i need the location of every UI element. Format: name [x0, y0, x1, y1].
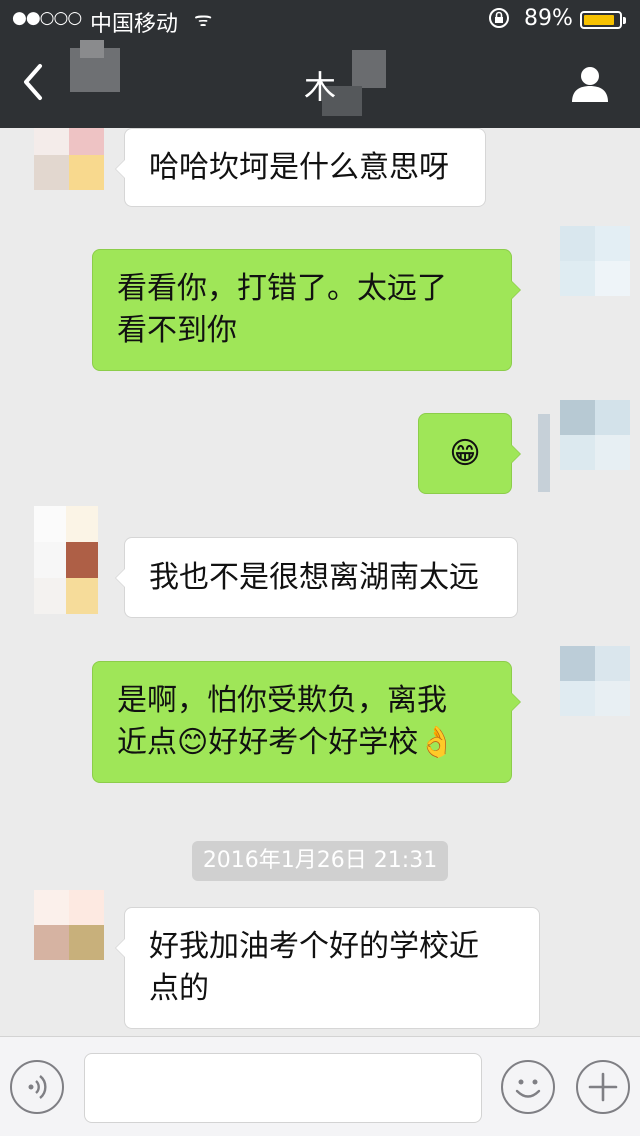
battery-icon	[580, 11, 626, 29]
message-bubble-outgoing[interactable]: 😁	[418, 413, 521, 494]
person-icon[interactable]	[566, 64, 614, 104]
battery-level-fill	[584, 15, 615, 25]
emoji-icon	[515, 1079, 541, 1098]
contact-avatar[interactable]	[34, 890, 104, 970]
message-bubble-outgoing[interactable]: 是啊，怕你受欺负，离我 近点😊好好考个好学校👌	[92, 661, 521, 783]
blurred-region	[80, 40, 104, 58]
wifi-icon: ᯤ	[194, 7, 213, 31]
contact-avatar[interactable]	[34, 506, 98, 616]
voice-icon	[28, 1075, 47, 1099]
smiling-emoji-icon: 😊	[177, 725, 209, 760]
carrier-name: 中国移动	[90, 12, 179, 37]
message-text: 哈哈坎坷是什么意思呀	[149, 149, 449, 185]
my-avatar[interactable]	[560, 646, 630, 726]
chat-input-bar	[0, 1036, 640, 1136]
chevron-left-icon[interactable]	[16, 60, 56, 104]
message-bubble-outgoing[interactable]: 看看你，打错了。太远了 看不到你	[92, 249, 521, 371]
chat-header: 木	[0, 40, 640, 128]
emoji-button[interactable]	[501, 1060, 555, 1114]
message-input[interactable]	[84, 1053, 482, 1123]
message-text: 看看你，打错了。太远了 看不到你	[117, 271, 447, 348]
message-text: 近点	[117, 725, 177, 760]
plus-icon	[588, 1072, 618, 1102]
battery-percent: 89%	[524, 6, 573, 31]
signal-strength: ●●○○○	[12, 8, 82, 28]
chat-message-list[interactable]: 哈哈坎坷是什么意思呀 看看你，打错了。太远了 看不到你 😁 我也不是很想离湖南太…	[0, 128, 640, 1036]
message-text: 是啊，怕你受欺负，离我	[117, 683, 447, 718]
status-bar: ●●○○○ 中国移动 ᯤ 89%	[0, 0, 640, 40]
message-text: 好好考个好学校	[208, 725, 419, 760]
message-bubble-incoming[interactable]: 我也不是很想离湖南太远	[115, 537, 518, 618]
message-text: 我也不是很想离湖南太远	[149, 559, 479, 595]
chat-title: 木	[303, 68, 336, 106]
message-bubble-incoming[interactable]: 哈哈坎坷是什么意思呀	[115, 128, 486, 207]
my-avatar[interactable]	[560, 400, 630, 480]
message-text: 好我加油考个好的学校近 点的	[149, 929, 479, 1006]
message-bubble-incoming[interactable]: 好我加油考个好的学校近 点的	[115, 907, 540, 1029]
blurred-region	[538, 414, 550, 492]
message-text-block: 是啊，怕你受欺负，离我 近点😊好好考个好学校👌	[117, 680, 456, 764]
voice-button[interactable]	[10, 1060, 64, 1114]
ok-hand-emoji-icon: 👌	[418, 725, 456, 760]
more-button[interactable]	[576, 1060, 630, 1114]
my-avatar[interactable]	[560, 226, 630, 306]
rotation-lock-icon	[489, 8, 509, 28]
message-timestamp: 2016年1月26日 21:31	[192, 841, 448, 881]
contact-avatar[interactable]	[34, 128, 104, 200]
grinning-emoji-icon: 😁	[449, 435, 481, 471]
